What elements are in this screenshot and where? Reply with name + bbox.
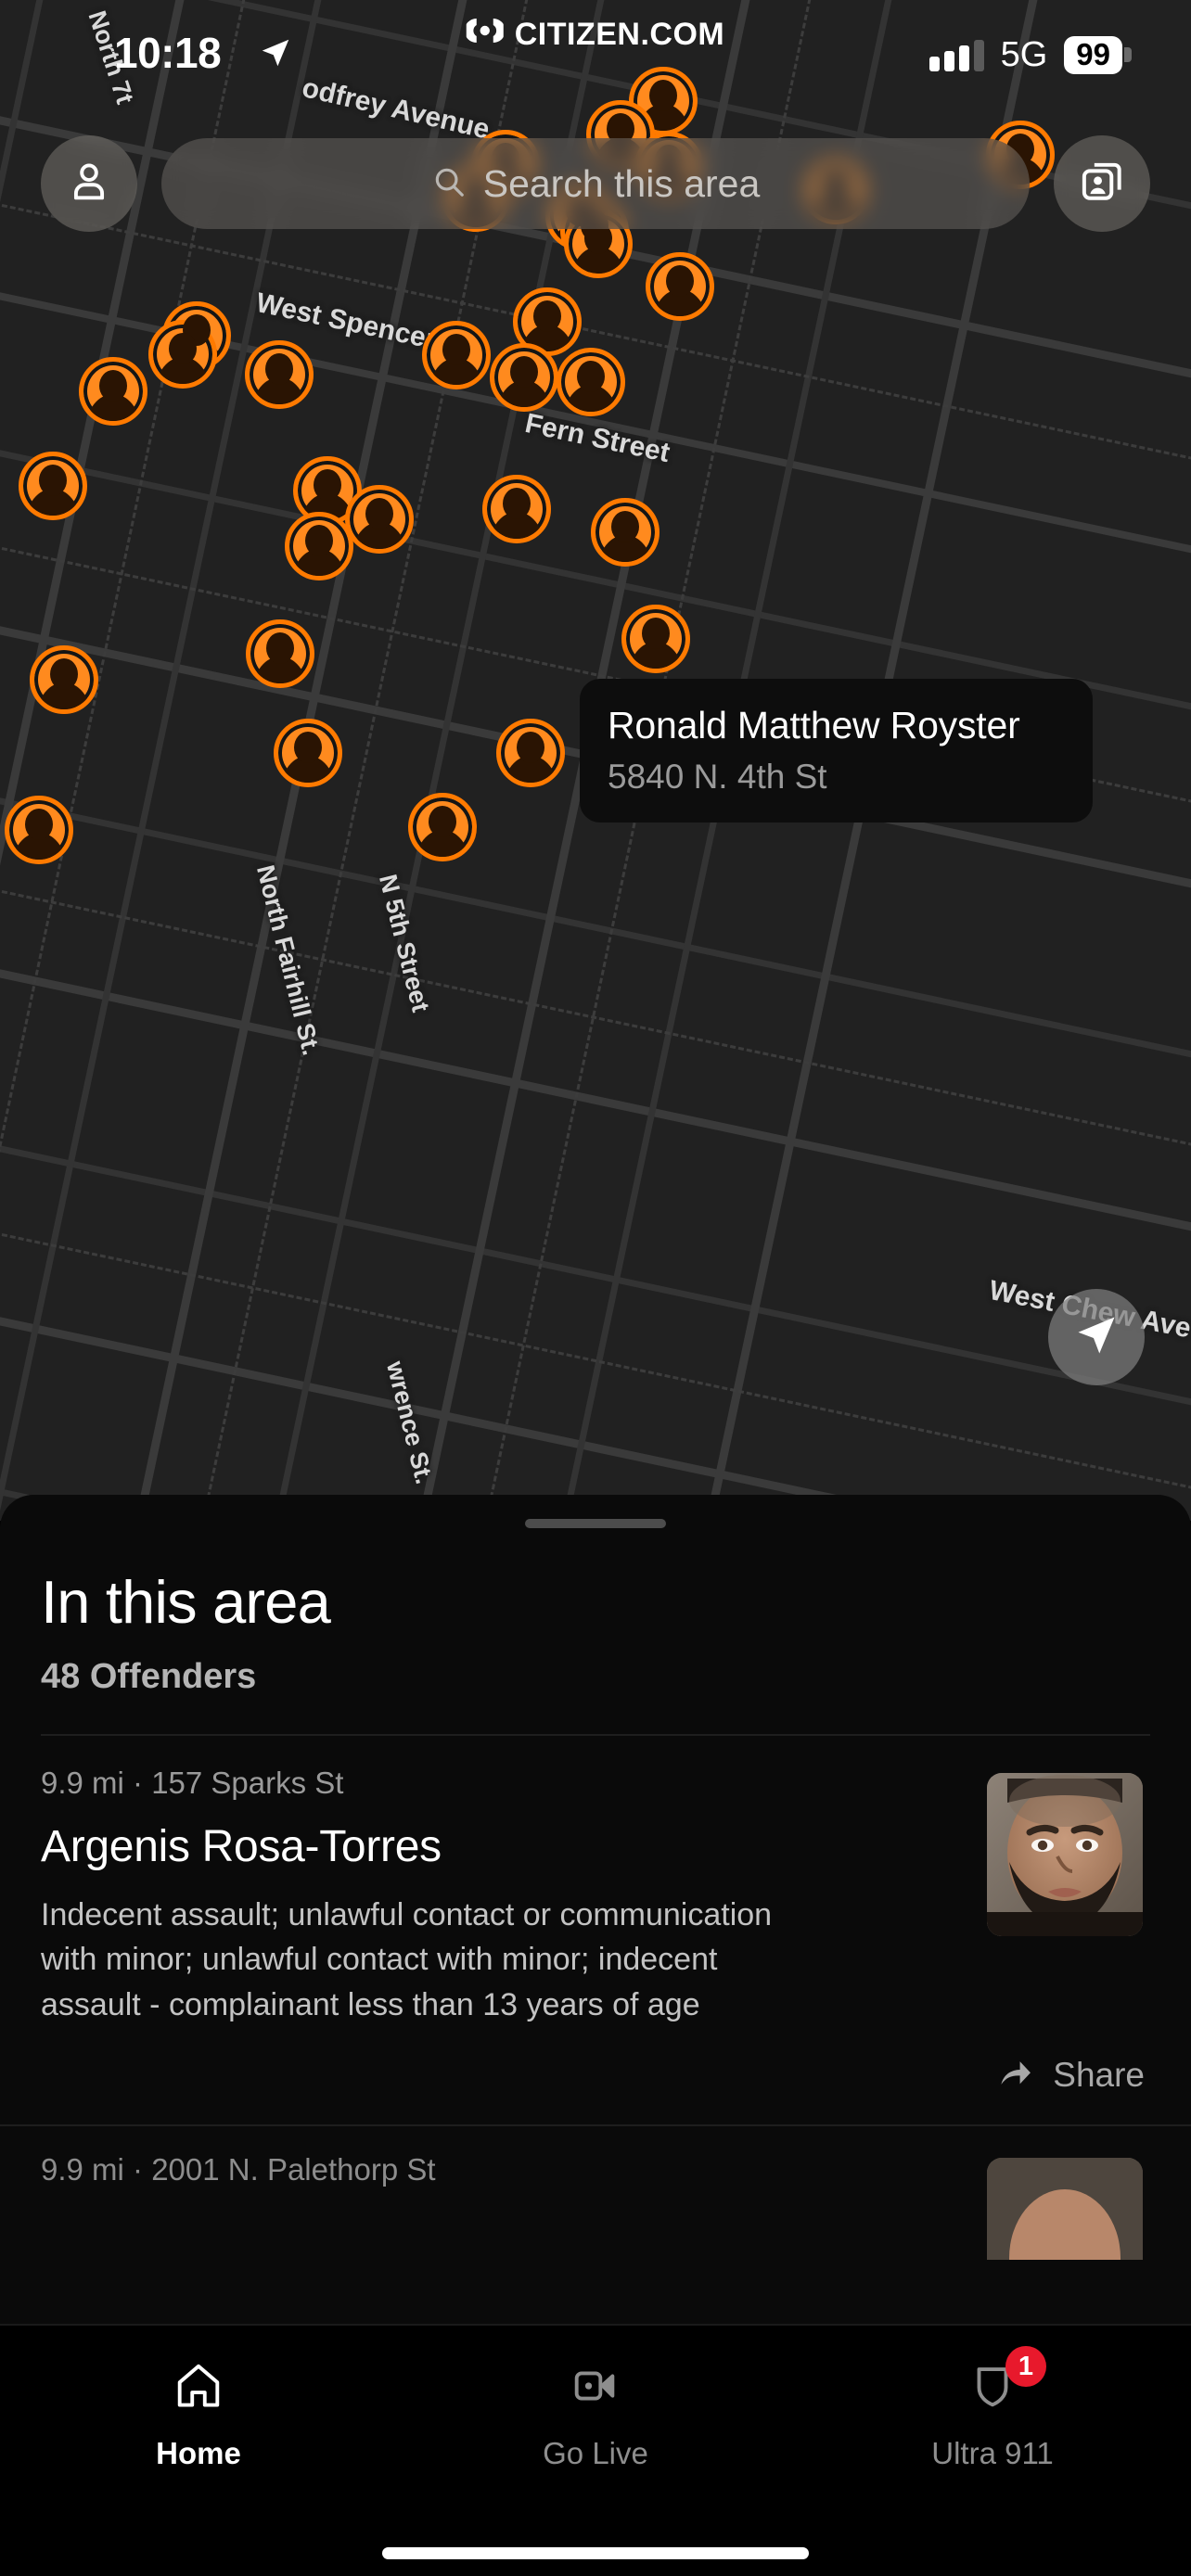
- person-icon: [65, 158, 113, 210]
- brand-text: CITIZEN.COM: [514, 17, 725, 52]
- tooltip-address: 5840 N. 4th St: [608, 758, 827, 796]
- tab-home[interactable]: Home: [0, 2326, 397, 2471]
- home-icon: [171, 2359, 226, 2417]
- offender-mugshot[interactable]: [987, 1773, 1143, 1936]
- offender-pin[interactable]: [274, 719, 342, 787]
- offender-pin[interactable]: [5, 796, 73, 864]
- offender-distance-address: 9.9 mi · 157 Sparks St: [41, 1766, 344, 1800]
- offender-pin[interactable]: [245, 340, 314, 409]
- share-label: Share: [1053, 2056, 1145, 2095]
- sheet-title: In this area: [41, 1568, 331, 1636]
- offender-name: Argenis Rosa-Torres: [41, 1822, 442, 1871]
- location-arrow-icon: [258, 35, 293, 75]
- offender-pin[interactable]: [345, 485, 414, 554]
- offender-list-item[interactable]: 9.9 mi · 157 Sparks St Argenis Rosa-Torr…: [0, 1736, 1191, 2124]
- citizen-brand: CITIZEN.COM: [464, 15, 725, 55]
- bottom-tab-bar: Home Go Live 1 Ultra 911: [0, 2324, 1191, 2576]
- offender-offense-description: Indecent assault; unlawful contact or co…: [41, 1897, 773, 2022]
- in-this-area-sheet[interactable]: In this area 48 Offenders 9.9 mi · 157 S…: [0, 1495, 1191, 2325]
- status-bar-indicators: 5G 99: [928, 35, 1122, 75]
- tab-go-live[interactable]: Go Live: [397, 2326, 794, 2471]
- share-button[interactable]: Share: [41, 2053, 1150, 2098]
- offender-pin[interactable]: [408, 793, 477, 861]
- offender-pin[interactable]: [79, 357, 147, 426]
- search-input[interactable]: Search this area: [483, 162, 761, 206]
- offender-mugshot[interactable]: [987, 2157, 1143, 2260]
- offender-pin[interactable]: [19, 452, 87, 520]
- network-type-label: 5G: [1000, 35, 1048, 74]
- sheet-header: In this area 48 Offenders: [0, 1495, 1191, 1736]
- tab-label-home: Home: [156, 2436, 241, 2470]
- search-icon: [431, 164, 467, 204]
- status-bar-clock: 10:18: [114, 29, 222, 77]
- offender-cards-button[interactable]: [1054, 135, 1150, 232]
- tab-label-ultra-911: Ultra 911: [931, 2436, 1054, 2470]
- offender-pin[interactable]: [591, 498, 660, 567]
- search-bar[interactable]: Search this area: [161, 138, 1030, 229]
- offender-pin[interactable]: [490, 343, 558, 412]
- home-indicator: [382, 2547, 809, 2559]
- tab-ultra-911[interactable]: 1 Ultra 911: [794, 2326, 1191, 2471]
- app-screen: North 7t odfrey Avenue West Spencer St. Fer…: [0, 0, 1191, 2576]
- locate-me-button[interactable]: [1048, 1289, 1145, 1385]
- cellular-signal-icon: [928, 39, 984, 71]
- offender-count: 48 Offenders: [41, 1657, 257, 1696]
- offender-pin[interactable]: [422, 321, 491, 389]
- citizen-logo-icon: [464, 15, 506, 55]
- offender-pin[interactable]: [557, 348, 625, 416]
- offender-map-tooltip[interactable]: Ronald Matthew Royster 5840 N. 4th St: [580, 679, 1093, 823]
- status-bar: 10:18 CITIZEN.COM 5G 99: [0, 0, 1191, 102]
- ultra-911-badge: 1: [1005, 2346, 1046, 2387]
- map-top-controls: Search this area: [0, 130, 1191, 237]
- sheet-drag-handle[interactable]: [525, 1519, 666, 1528]
- offender-pin[interactable]: [30, 645, 98, 714]
- map-road: [0, 1094, 1191, 1467]
- offender-distance-address: 9.9 mi · 2001 N. Palethorp St: [41, 2151, 436, 2187]
- offender-pin[interactable]: [496, 719, 565, 787]
- offender-pin[interactable]: [621, 605, 690, 673]
- tooltip-name: Ronald Matthew Royster: [608, 704, 1020, 746]
- offender-list-item[interactable]: 9.9 mi · 2001 N. Palethorp St: [0, 2126, 1191, 2260]
- stacked-photo-cards-icon: [1076, 156, 1128, 212]
- offender-pin[interactable]: [646, 252, 714, 321]
- share-arrow-icon: [995, 2053, 1036, 2098]
- battery-indicator: 99: [1064, 35, 1122, 75]
- offender-pin[interactable]: [246, 619, 314, 688]
- tab-label-go-live: Go Live: [543, 2436, 648, 2470]
- video-camera-icon: [568, 2359, 623, 2417]
- offender-pin[interactable]: [482, 475, 551, 543]
- offender-pin[interactable]: [285, 512, 353, 580]
- profile-button[interactable]: [41, 135, 137, 232]
- navigation-arrow-icon: [1072, 1311, 1121, 1364]
